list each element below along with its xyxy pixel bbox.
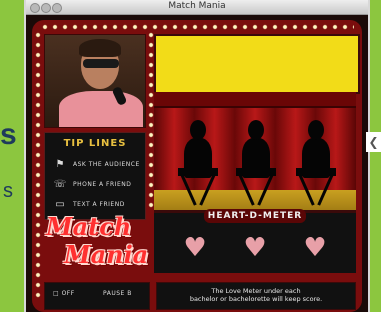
tip-label: ASK THE AUDIENCE — [73, 160, 140, 168]
pause-label: PAUSE B — [103, 290, 132, 297]
background-letter-s-small: s — [3, 180, 13, 202]
question-display — [154, 34, 360, 94]
previous-arrow-icon[interactable]: ❮ — [366, 132, 381, 152]
marquee-lights-left — [35, 30, 41, 300]
contestant-3-silhouette[interactable] — [294, 120, 338, 210]
heart-icon: ♥ — [243, 233, 267, 263]
background-letter-s: s — [0, 118, 17, 151]
contestant-1-silhouette[interactable] — [176, 120, 220, 210]
pause-button[interactable]: PAUSE B — [103, 290, 132, 297]
title-bar: Match Mania — [26, 0, 368, 15]
logo-line-1: Match — [46, 212, 132, 241]
meter-title: HEART-D-METER — [204, 209, 306, 223]
control-panel: □ OFF PAUSE B — [44, 282, 150, 310]
window-title: Match Mania — [168, 1, 226, 11]
match-mania-logo: Match Mania — [46, 212, 154, 282]
heart-icon: ♥ — [303, 233, 327, 263]
info-line-2: bachelor or bachelorette will keep score… — [189, 295, 323, 303]
phone-icon: ☏ — [53, 178, 67, 190]
game-board: TIP LINES ⚑ ASK THE AUDIENCE ☏ PHONE A F… — [32, 20, 362, 312]
app-window: Match Mania TIP LINES ⚑ ASK THE AUDIENCE… — [24, 0, 370, 312]
info-panel: The Love Meter under each bachelor or ba… — [156, 282, 356, 310]
marquee-lights-top — [40, 24, 354, 30]
heart-o-meter: HEART-D-METER ♥ ♥ ♥ — [154, 209, 356, 273]
ask-the-audience-button[interactable]: ⚑ ASK THE AUDIENCE — [53, 157, 140, 171]
info-line-1: The Love Meter under each — [211, 287, 301, 295]
tip-label: TEXT A FRIEND — [73, 200, 125, 208]
heart-icon: ♥ — [183, 233, 207, 263]
tip-label: PHONE A FRIEND — [73, 180, 132, 188]
sunglasses-icon — [83, 59, 119, 68]
off-label: OFF — [61, 290, 75, 297]
bottom-bar: □ OFF PAUSE B The Love Meter under each … — [44, 282, 356, 312]
logo-line-2: Mania — [64, 240, 149, 269]
text-a-friend-button[interactable]: ▭ TEXT A FRIEND — [53, 197, 125, 211]
contestant-2-silhouette[interactable] — [234, 120, 278, 210]
tip-lines-panel: TIP LINES ⚑ ASK THE AUDIENCE ☏ PHONE A F… — [44, 132, 146, 220]
host-photo — [44, 34, 146, 128]
audience-icon: ⚑ — [55, 158, 65, 170]
phone-a-friend-button[interactable]: ☏ PHONE A FRIEND — [53, 177, 131, 191]
tip-lines-header: TIP LINES — [63, 138, 127, 149]
text-message-icon: ▭ — [55, 198, 65, 210]
sound-off-button[interactable]: □ OFF — [53, 290, 75, 297]
